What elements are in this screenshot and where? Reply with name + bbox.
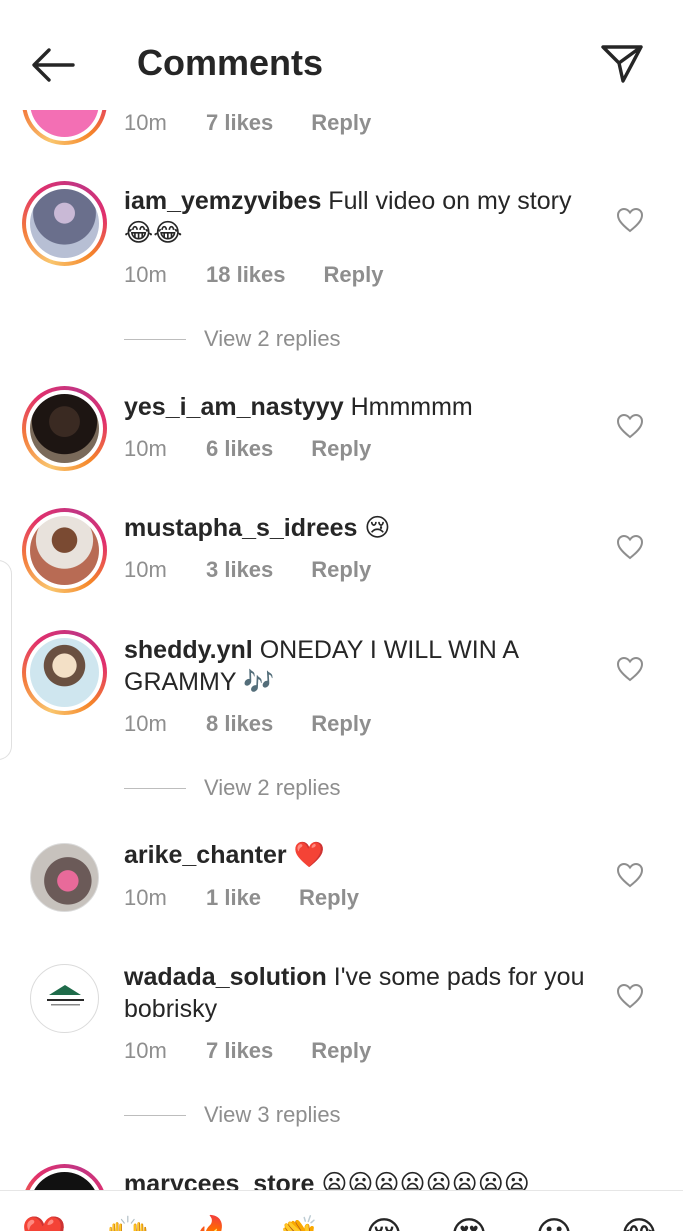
view-replies-label: View 2 replies: [204, 775, 341, 800]
avatar[interactable]: [22, 386, 107, 471]
crying-face-emoji: 😢: [364, 513, 391, 542]
reaction-heart-eyes-icon[interactable]: 😍: [443, 1209, 495, 1231]
comment-text: marycees_store 😦😦😦😦😦😦😦😦: [124, 1168, 594, 1190]
divider: [124, 338, 186, 340]
comment-username[interactable]: arike_chanter: [124, 841, 287, 869]
comment-time: 10m: [124, 110, 167, 135]
avatar[interactable]: [22, 630, 107, 715]
comments-list[interactable]: 10m 7 likes Reply iam_yemzyvibes Full vi…: [0, 0, 683, 1190]
share-button[interactable]: [596, 40, 648, 88]
heart-icon[interactable]: [616, 656, 644, 682]
comment-meta: 10m 7 likes Reply: [124, 110, 371, 136]
comment-likes[interactable]: 6 likes: [206, 436, 273, 462]
comment-meta: 10m 6 likes Reply: [124, 436, 371, 462]
comment-username[interactable]: iam_yemzyvibes: [124, 187, 321, 215]
comment-message: [314, 1170, 321, 1190]
comment-text: wadada_solution I've some pads for you b…: [124, 961, 594, 1025]
comment-message: Hmmmmm: [343, 393, 473, 421]
view-replies-button[interactable]: View 2 replies: [124, 775, 341, 801]
comment-meta: 10m 7 likes Reply: [124, 1038, 371, 1064]
reply-button[interactable]: Reply: [311, 711, 371, 737]
reply-button[interactable]: Reply: [311, 110, 371, 136]
arrow-left-icon: [32, 48, 75, 82]
reaction-raised-hands-icon[interactable]: 🙌: [102, 1209, 154, 1231]
reaction-laughing-icon[interactable]: 😂: [613, 1209, 665, 1231]
avatar[interactable]: [30, 843, 99, 912]
reaction-heart-icon[interactable]: ❤️: [18, 1209, 70, 1231]
quick-reaction-bar: ❤️ 🙌 🔥 👏 😢 😍 😮 😂: [0, 1190, 683, 1231]
comment-text: mustapha_s_idrees 😢: [124, 512, 594, 544]
comment-message: Full video on my story: [321, 187, 572, 215]
view-replies-button[interactable]: View 2 replies: [124, 326, 341, 352]
heart-icon[interactable]: [616, 862, 644, 888]
comment-time: 10m: [124, 1038, 167, 1063]
reaction-crying-icon[interactable]: 😢: [358, 1209, 410, 1231]
reply-button[interactable]: Reply: [311, 557, 371, 583]
heart-icon[interactable]: [616, 534, 644, 560]
comment-username[interactable]: marycees_store: [124, 1170, 314, 1190]
comment-likes[interactable]: 1 like: [206, 885, 261, 911]
comment-username[interactable]: yes_i_am_nastyyy: [124, 393, 344, 421]
red-heart-emoji: ❤️: [293, 840, 325, 869]
heart-icon[interactable]: [616, 207, 644, 233]
reaction-surprised-icon[interactable]: 😮: [528, 1209, 580, 1231]
comment-likes[interactable]: 18 likes: [206, 262, 286, 288]
comment-message: [357, 514, 364, 542]
comment-meta: 10m 18 likes Reply: [124, 262, 383, 288]
page-title: Comments: [137, 42, 324, 83]
view-replies-button[interactable]: View 3 replies: [124, 1102, 341, 1128]
comment-meta: 10m 1 like Reply: [124, 885, 359, 911]
reply-button[interactable]: Reply: [311, 1038, 371, 1064]
comment-text: sheddy.ynl ONEDAY I WILL WIN A GRAMMY 🎶: [124, 634, 594, 698]
paper-plane-icon: [601, 45, 643, 83]
divider: [124, 787, 186, 789]
avatar[interactable]: [22, 508, 107, 593]
header-bar: Comments: [0, 0, 683, 110]
reply-button[interactable]: Reply: [299, 885, 359, 911]
comment-meta: 10m 8 likes Reply: [124, 711, 371, 737]
comment-time: 10m: [124, 436, 167, 461]
comment-likes[interactable]: 7 likes: [206, 1038, 273, 1064]
reaction-clap-icon[interactable]: 👏: [272, 1209, 324, 1231]
reply-button[interactable]: Reply: [311, 436, 371, 462]
comment-time: 10m: [124, 885, 167, 910]
avatar[interactable]: [22, 1164, 107, 1190]
comment-username[interactable]: wadada_solution: [124, 963, 327, 991]
comment-likes[interactable]: 3 likes: [206, 557, 273, 583]
avatar[interactable]: [30, 964, 99, 1033]
comment-text: arike_chanter ❤️: [124, 839, 594, 871]
logo-icon: [47, 985, 84, 1006]
laughing-emoji: 😂😂: [124, 218, 183, 247]
comment-likes[interactable]: 8 likes: [206, 711, 273, 737]
view-replies-label: View 3 replies: [204, 1102, 341, 1127]
comment-time: 10m: [124, 557, 167, 582]
edge-handle[interactable]: [0, 560, 12, 760]
avatar[interactable]: [22, 181, 107, 266]
comment-text: iam_yemzyvibes Full video on my story 😂😂: [124, 185, 594, 249]
heart-icon[interactable]: [616, 413, 644, 439]
comment-likes[interactable]: 7 likes: [206, 110, 273, 136]
comment-username[interactable]: sheddy.ynl: [124, 636, 253, 664]
comment-time: 10m: [124, 711, 167, 736]
comment-username[interactable]: mustapha_s_idrees: [124, 514, 357, 542]
back-button[interactable]: [28, 40, 78, 90]
musical-notes-emoji: 🎶: [243, 667, 275, 696]
reply-button[interactable]: Reply: [324, 262, 384, 288]
comment-time: 10m: [124, 262, 167, 287]
heart-icon[interactable]: [616, 983, 644, 1009]
frowning-face-emoji: 😦😦😦😦😦😦😦😦: [321, 1169, 530, 1190]
comment-message: [287, 841, 294, 869]
comment-meta: 10m 3 likes Reply: [124, 557, 371, 583]
reaction-fire-icon[interactable]: 🔥: [188, 1209, 240, 1231]
view-replies-label: View 2 replies: [204, 326, 341, 351]
comment-text: yes_i_am_nastyyy Hmmmmm: [124, 391, 594, 423]
divider: [124, 1114, 186, 1116]
